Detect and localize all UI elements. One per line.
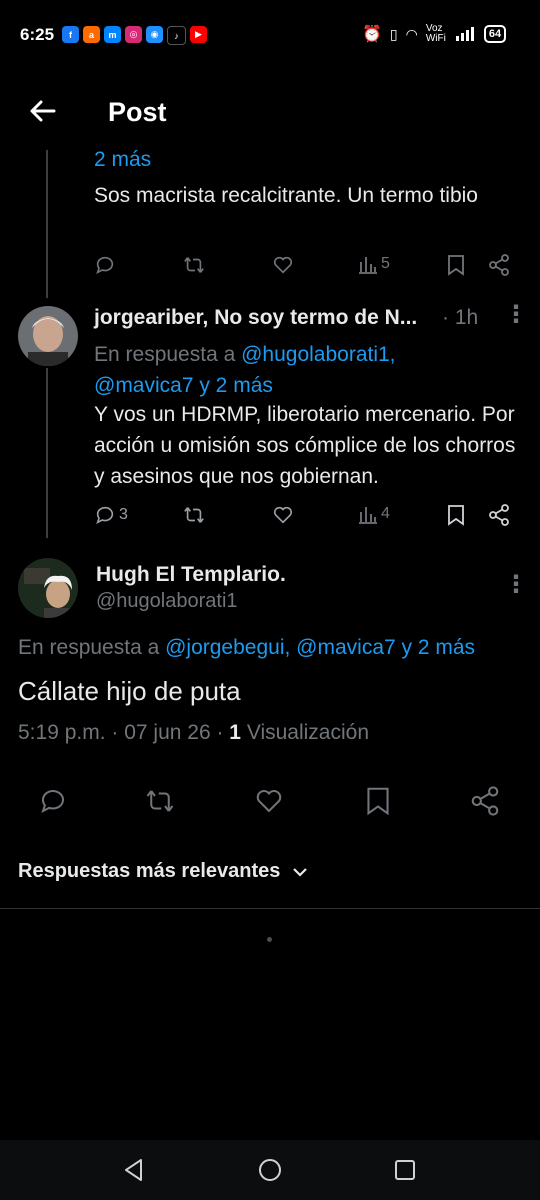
sort-replies-dropdown[interactable]: Respuestas más relevantes bbox=[18, 860, 308, 883]
nav-recents-icon[interactable] bbox=[394, 1159, 416, 1181]
share-icon[interactable] bbox=[488, 504, 510, 526]
notification-icons: f a m ◎ ◉ ♪ ▶ bbox=[62, 26, 207, 45]
back-arrow-icon[interactable] bbox=[28, 96, 58, 126]
views-stat[interactable]: 4 bbox=[358, 504, 390, 524]
in-reply-prefix: En respuesta a bbox=[94, 343, 242, 366]
views-count: 4 bbox=[381, 505, 390, 522]
post-time: · 1h bbox=[442, 306, 479, 329]
nav-home-icon[interactable] bbox=[258, 1158, 282, 1182]
like-icon[interactable] bbox=[272, 254, 294, 276]
mention-link[interactable]: @hugolaborati1, bbox=[241, 343, 395, 366]
post-text: Cállate hijo de puta bbox=[18, 676, 241, 706]
views-icon bbox=[359, 507, 377, 524]
bookmark-icon[interactable] bbox=[446, 254, 466, 276]
like-icon[interactable] bbox=[272, 504, 294, 526]
reply-text: Y vos un HDRMP, liberotario mercenario. … bbox=[94, 403, 516, 488]
app-icon: ◉ bbox=[146, 26, 163, 43]
views-count: 1 bbox=[229, 721, 241, 744]
vowifi-label: Voz WiFi bbox=[426, 24, 446, 44]
wifi-icon: ◠ bbox=[405, 25, 418, 42]
reply-count: 3 bbox=[119, 506, 128, 523]
aliexpress-icon: a bbox=[83, 26, 100, 43]
reply-icon[interactable] bbox=[94, 254, 116, 276]
signal-icon bbox=[455, 27, 474, 41]
views-stat[interactable]: 5 bbox=[358, 254, 390, 274]
avatar[interactable] bbox=[18, 306, 78, 366]
views-count: 5 bbox=[381, 255, 390, 272]
more-options-icon[interactable]: ⋮ bbox=[504, 300, 528, 329]
alarm-icon: ⏰ bbox=[362, 26, 382, 43]
vibrate-icon: ▯ bbox=[389, 25, 398, 42]
system-icons: ⏰ ▯ ◠ Voz WiFi 64 bbox=[362, 24, 507, 44]
wifi-text: WiFi bbox=[425, 33, 446, 44]
facebook-icon: f bbox=[62, 26, 79, 43]
thread-line bbox=[46, 368, 48, 538]
youtube-icon: ▶ bbox=[190, 26, 207, 43]
battery-indicator: 64 bbox=[483, 25, 507, 43]
share-icon[interactable] bbox=[488, 254, 510, 276]
reply-more-link[interactable]: 2 más bbox=[94, 148, 151, 172]
mention-link[interactable]: @mavica7 y 2 más bbox=[94, 374, 273, 397]
chevron-down-icon bbox=[293, 867, 308, 877]
page-title: Post bbox=[108, 97, 167, 127]
avatar[interactable] bbox=[18, 558, 78, 618]
author-name[interactable]: Hugh El Templario. bbox=[96, 563, 286, 587]
in-reply-to: En respuesta a @hugolaborati1, @mavica7 … bbox=[94, 339, 524, 401]
author-name[interactable]: jorgeariber, No soy termo de N... bbox=[94, 306, 417, 330]
avatar-image bbox=[18, 306, 78, 366]
reply-stat[interactable]: 3 bbox=[94, 504, 128, 526]
loading-indicator bbox=[267, 937, 272, 942]
reply-actions: 5 bbox=[94, 252, 514, 280]
thread-line bbox=[46, 150, 48, 298]
post-meta: 5:19 p.m. · 07 jun 26 · 1 Visualización bbox=[18, 721, 369, 745]
views-label: Visualización bbox=[246, 721, 370, 744]
in-reply-prefix: En respuesta a bbox=[18, 636, 166, 659]
mention-link[interactable]: @jorgebegui, @mavica7 y 2 más bbox=[165, 636, 475, 659]
bookmark-icon[interactable] bbox=[364, 786, 392, 816]
reply-actions: 3 4 bbox=[94, 502, 514, 530]
author-handle[interactable]: @hugolaborati1 bbox=[96, 590, 238, 613]
system-nav-bar bbox=[0, 1140, 540, 1200]
sort-label: Respuestas más relevantes bbox=[18, 860, 281, 882]
avatar-image bbox=[18, 558, 78, 618]
views-icon bbox=[359, 257, 377, 274]
instagram-icon: ◎ bbox=[125, 26, 142, 43]
nav-back-icon[interactable] bbox=[122, 1157, 146, 1183]
bookmark-icon[interactable] bbox=[446, 504, 466, 526]
reply-text: Sos macrista recalcitrante. Un termo tib… bbox=[94, 184, 478, 207]
retweet-icon[interactable] bbox=[182, 504, 206, 526]
post-timestamp: 5:19 p.m. · 07 jun 26 · bbox=[18, 721, 224, 744]
more-options-icon[interactable]: ⋮ bbox=[504, 570, 528, 599]
divider bbox=[0, 908, 540, 909]
share-icon[interactable] bbox=[470, 786, 500, 816]
retweet-icon[interactable] bbox=[144, 786, 176, 816]
reply-icon[interactable] bbox=[38, 786, 68, 816]
post-actions bbox=[38, 786, 508, 818]
like-icon[interactable] bbox=[254, 786, 284, 816]
retweet-icon[interactable] bbox=[182, 254, 206, 276]
messenger-icon: m bbox=[104, 26, 121, 43]
reply-icon bbox=[96, 506, 114, 524]
in-reply-to: En respuesta a @jorgebegui, @mavica7 y 2… bbox=[18, 636, 475, 660]
tiktok-icon: ♪ bbox=[167, 26, 186, 45]
status-time: 6:25 bbox=[20, 25, 55, 44]
